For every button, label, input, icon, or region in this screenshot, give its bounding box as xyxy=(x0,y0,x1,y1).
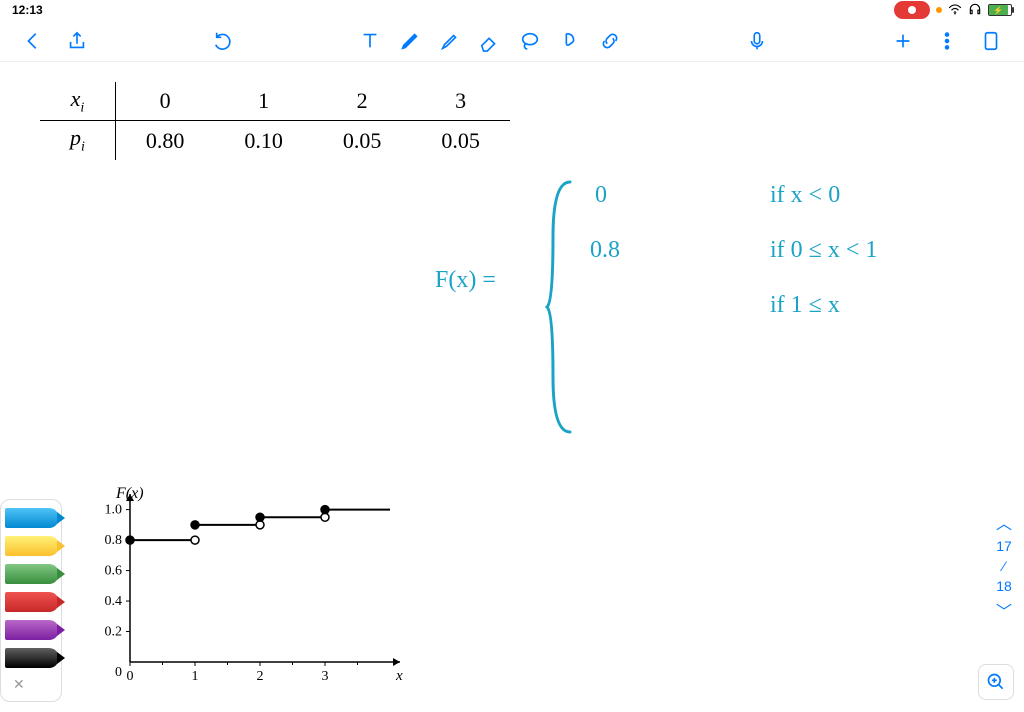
pen-tray: ✕ xyxy=(0,499,62,702)
svg-text:1: 1 xyxy=(192,669,199,684)
handwriting-fx: F(x) = xyxy=(435,267,496,294)
svg-text:0.8: 0.8 xyxy=(105,533,123,548)
highlighter-tool-icon[interactable] xyxy=(437,28,463,54)
eraser-tool-icon[interactable] xyxy=(477,28,503,54)
page-up-button[interactable]: ︿ xyxy=(996,510,1012,534)
svg-text:1.0: 1.0 xyxy=(105,503,123,518)
brace-icon xyxy=(545,177,575,437)
pen-black[interactable] xyxy=(5,648,59,668)
cell: 0.05 xyxy=(411,121,510,160)
pen-purple[interactable] xyxy=(5,620,59,640)
back-button[interactable] xyxy=(20,28,46,54)
page-nav: ︿ 17 ⁄ 18 ﹀ xyxy=(996,510,1012,622)
cell: 3 xyxy=(411,82,510,121)
svg-text:F(x): F(x) xyxy=(115,485,144,502)
more-button[interactable] xyxy=(934,28,960,54)
share-button[interactable] xyxy=(64,28,90,54)
toolbar xyxy=(0,20,1024,62)
table-row: xi 0 1 2 3 xyxy=(40,82,510,121)
handwriting-cond3: if 1 ≤ x xyxy=(770,292,840,319)
mic-button[interactable] xyxy=(744,28,770,54)
svg-text:3: 3 xyxy=(322,669,329,684)
text-tool-icon[interactable] xyxy=(357,28,383,54)
clock: 12:13 xyxy=(12,3,43,17)
cell: 2 xyxy=(313,82,412,121)
cell: 0.80 xyxy=(115,121,214,160)
handwriting-cond1: if x < 0 xyxy=(770,182,840,209)
cell: 1 xyxy=(214,82,313,121)
canvas[interactable]: xi 0 1 2 3 pi 0.80 0.10 0.05 0.05 F(x) =… xyxy=(0,62,1024,712)
link-tool-icon[interactable] xyxy=(597,28,623,54)
pen-red[interactable] xyxy=(5,592,59,612)
pen-blue[interactable] xyxy=(5,508,59,528)
svg-text:0.2: 0.2 xyxy=(105,625,123,640)
zoom-button[interactable] xyxy=(978,664,1014,700)
table-row: pi 0.80 0.10 0.05 0.05 xyxy=(40,121,510,160)
page-down-button[interactable]: ﹀ xyxy=(996,598,1012,622)
shape-tool-icon[interactable] xyxy=(557,28,583,54)
status-bar: 12:13 ⚡ xyxy=(0,0,1024,20)
svg-text:0: 0 xyxy=(115,665,122,680)
cell: 0.05 xyxy=(313,121,412,160)
add-button[interactable] xyxy=(890,28,916,54)
recording-indicator xyxy=(894,1,930,19)
undo-button[interactable] xyxy=(211,28,237,54)
tool-group xyxy=(357,28,623,54)
page-sep: ⁄ xyxy=(1003,558,1005,574)
handwriting-cond2: if 0 ≤ x < 1 xyxy=(770,237,877,264)
row-label-p: pi xyxy=(40,121,115,160)
battery-icon: ⚡ xyxy=(988,4,1012,16)
svg-text:0.6: 0.6 xyxy=(105,564,123,579)
pen-tool-icon[interactable] xyxy=(397,28,423,54)
page-total: 18 xyxy=(996,578,1012,594)
headphone-icon xyxy=(968,2,982,19)
handwriting-val1: 0 xyxy=(595,182,607,209)
svg-text:0.4: 0.4 xyxy=(105,594,123,609)
svg-text:2: 2 xyxy=(257,669,264,684)
close-tray-button[interactable]: ✕ xyxy=(5,676,25,693)
pages-button[interactable] xyxy=(978,28,1004,54)
cell: 0.10 xyxy=(214,121,313,160)
pen-green[interactable] xyxy=(5,564,59,584)
cell: 0 xyxy=(115,82,214,121)
svg-text:x: x xyxy=(395,668,403,684)
probability-table: xi 0 1 2 3 pi 0.80 0.10 0.05 0.05 xyxy=(40,82,510,160)
page-current: 17 xyxy=(996,538,1012,554)
status-right: ⚡ xyxy=(894,1,1012,19)
svg-text:0: 0 xyxy=(127,669,134,684)
row-label-x: xi xyxy=(40,82,115,121)
cdf-chart: 0.2 0.4 0.6 0.8 1.0 0 1 2 3 0 F(x) x xyxy=(80,482,420,692)
lasso-tool-icon[interactable] xyxy=(517,28,543,54)
pen-yellow[interactable] xyxy=(5,536,59,556)
handwriting-val2: 0.8 xyxy=(590,237,620,264)
mic-active-dot xyxy=(936,7,942,13)
wifi-icon xyxy=(948,3,962,18)
